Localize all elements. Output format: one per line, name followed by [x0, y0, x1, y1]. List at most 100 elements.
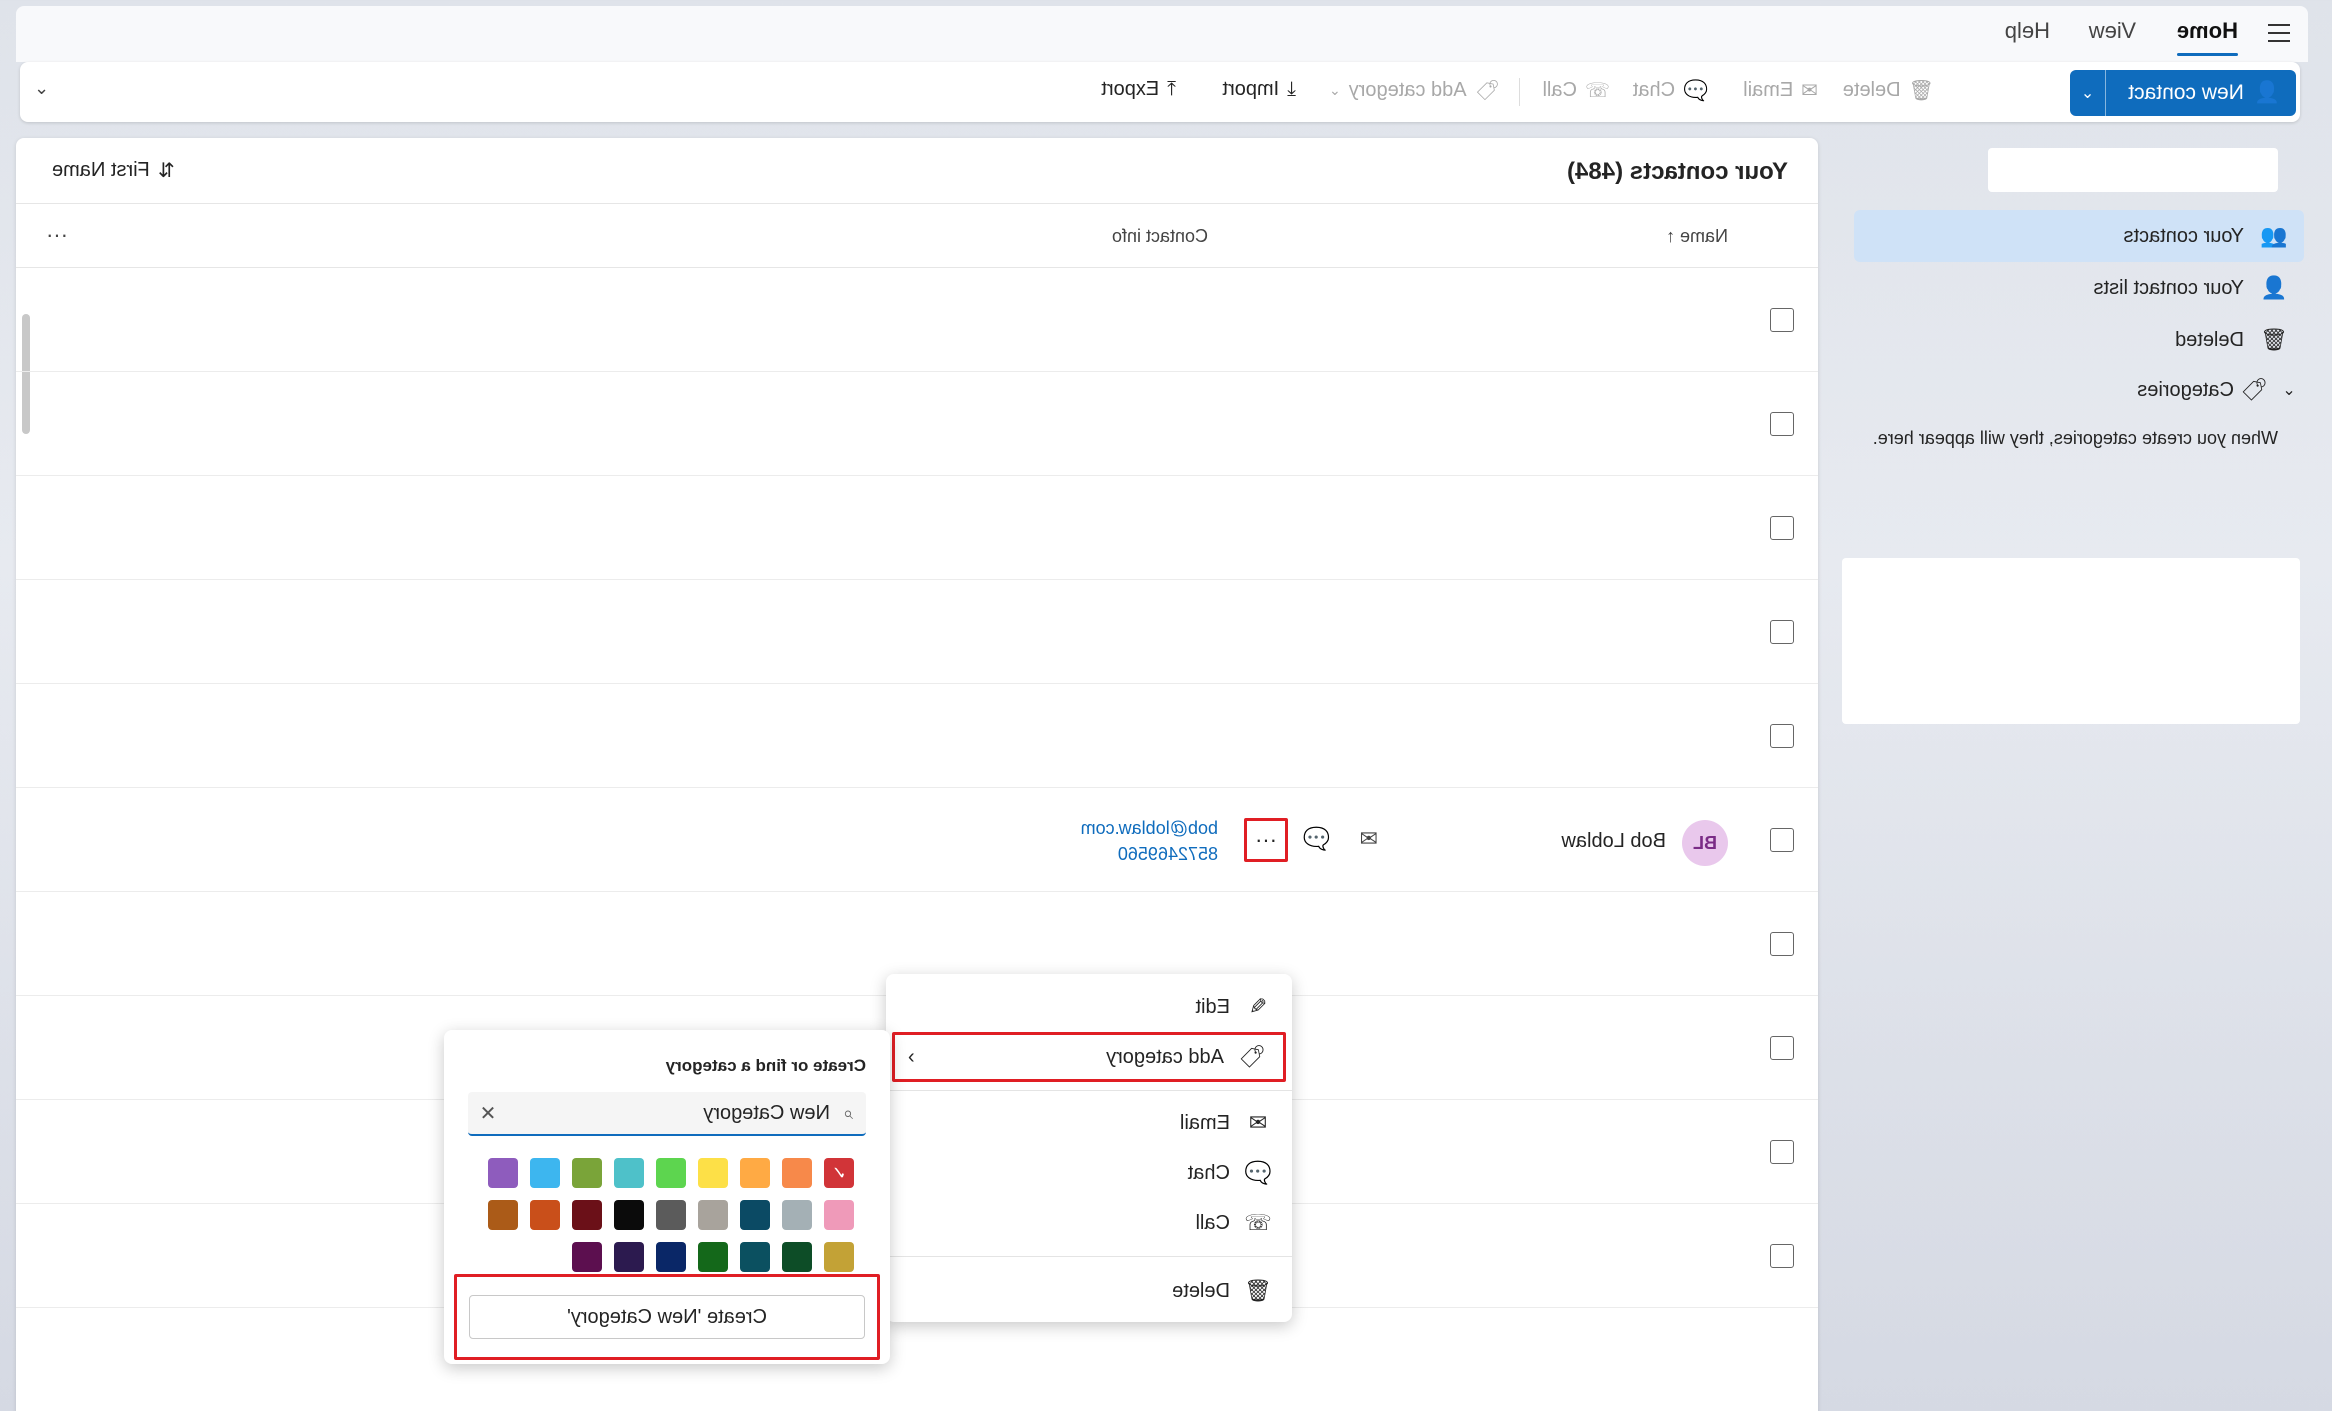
export-label: Export [1101, 78, 1160, 100]
color-swatch[interactable] [614, 1242, 644, 1272]
people-icon: 👥 [2260, 223, 2288, 248]
row-checkbox[interactable] [1770, 828, 1794, 852]
contact-email[interactable]: bob@loblaw.com [1081, 818, 1218, 839]
export-button[interactable]: ⤒ Export [1101, 78, 1176, 101]
contact-row-bob-loblaw[interactable]: BL Bob Loblaw ✉ 💬 ··· bob@loblaw.com 857… [16, 788, 1818, 892]
menu-divider [886, 1090, 1292, 1091]
menu-item-edit[interactable]: ✎ Edit [886, 982, 1292, 1032]
delete-button[interactable]: 🗑 Delete [1843, 78, 1934, 103]
new-contact-button[interactable]: 👤 New contact ⌄ [2070, 70, 2296, 116]
color-swatch[interactable] [824, 1158, 854, 1188]
category-search-input[interactable] [508, 1101, 830, 1125]
chat-icon: 💬 [1244, 1160, 1272, 1185]
clear-icon[interactable]: ✕ [468, 1101, 508, 1126]
more-options-icon[interactable]: ··· [46, 222, 68, 248]
contact-name[interactable]: Bob Loblaw [1561, 830, 1666, 853]
hamburger-menu-icon[interactable] [2262, 16, 2296, 50]
color-swatch[interactable] [530, 1158, 560, 1188]
table-row[interactable] [16, 372, 1818, 476]
new-contact-main[interactable]: 👤 New contact [2106, 81, 2296, 105]
more-options-button[interactable]: ··· [1244, 818, 1288, 862]
color-swatch[interactable] [740, 1158, 770, 1188]
nav-header-field [1988, 148, 2278, 192]
table-row[interactable] [16, 268, 1818, 372]
nav-item-contact-lists[interactable]: 👤 Your contact lists [1854, 262, 2304, 314]
menu-item-call[interactable]: ☏ Call [886, 1198, 1292, 1248]
row-checkbox[interactable] [1770, 724, 1794, 748]
nav-item-label: Your contacts [2123, 224, 2244, 247]
color-swatch[interactable] [824, 1242, 854, 1272]
color-swatch[interactable] [656, 1158, 686, 1188]
chevron-down-icon: ⌄ [2282, 382, 2296, 399]
color-swatch[interactable] [698, 1200, 728, 1230]
tab-home[interactable]: Home [2169, 14, 2246, 48]
menu-item-label: Delete [1172, 1279, 1230, 1302]
tab-view[interactable]: View [2081, 14, 2144, 48]
add-category-label: Add category [1348, 79, 1467, 101]
tag-icon: 🏷 [1474, 80, 1500, 102]
color-swatch[interactable] [698, 1242, 728, 1272]
trash-icon: 🗑 [1244, 1278, 1272, 1303]
row-checkbox[interactable] [1770, 620, 1794, 644]
chevron-down-icon[interactable]: ⌄ [2070, 70, 2106, 116]
color-swatch[interactable] [656, 1200, 686, 1230]
color-swatch[interactable] [782, 1158, 812, 1188]
color-swatch[interactable] [488, 1158, 518, 1188]
color-swatch[interactable] [782, 1200, 812, 1230]
nav-item-categories[interactable]: ⌄ 🏷 Categories [1854, 364, 2304, 416]
row-checkbox[interactable] [1770, 412, 1794, 436]
nav-item-deleted[interactable]: 🗑 Deleted [1854, 314, 2304, 366]
email-button[interactable]: ✉ Email [1743, 78, 1818, 103]
table-row[interactable] [16, 476, 1818, 580]
chat-button[interactable]: 💬 Chat [1633, 78, 1708, 103]
tab-help[interactable]: Help [1997, 14, 2058, 48]
table-row[interactable] [16, 580, 1818, 684]
email-label: Email [1743, 79, 1794, 101]
contact-context-menu: ✎ Edit 🏷 Add category › ✉ Email 💬 Chat ☏… [886, 974, 1292, 1322]
color-swatch[interactable] [530, 1200, 560, 1230]
sort-label: First Name [52, 159, 150, 181]
categories-empty-note: When you create categories, they will ap… [1872, 428, 2278, 448]
create-category-button[interactable]: Create 'New Category' [469, 1295, 865, 1339]
color-swatch[interactable] [614, 1200, 644, 1230]
column-name[interactable]: Name ↑ [1666, 226, 1728, 247]
page-title: Your contacts (484) [1567, 158, 1788, 185]
color-swatch[interactable] [656, 1242, 686, 1272]
add-category-button[interactable]: 🏷 Add category ⌄ [1329, 78, 1500, 103]
color-swatch[interactable] [572, 1158, 602, 1188]
color-swatch[interactable] [614, 1158, 644, 1188]
menu-item-delete[interactable]: 🗑 Delete [886, 1266, 1292, 1316]
blank-panel [1842, 558, 2300, 724]
mail-icon[interactable]: ✉ [1360, 826, 1378, 852]
nav-item-your-contacts[interactable]: 👥 Your contacts [1854, 210, 2304, 262]
color-swatch[interactable] [824, 1200, 854, 1230]
menu-item-email[interactable]: ✉ Email [886, 1098, 1292, 1148]
row-checkbox[interactable] [1770, 1244, 1794, 1268]
sort-button[interactable]: ⇅ First Name [52, 158, 175, 183]
color-swatch[interactable] [782, 1242, 812, 1272]
menu-item-add-category[interactable]: 🏷 Add category › [892, 1032, 1286, 1082]
menu-divider [886, 1256, 1292, 1257]
menu-item-chat[interactable]: 💬 Chat [886, 1148, 1292, 1198]
column-header-row: Name ↑ Contact info ··· [16, 204, 1818, 268]
collapse-ribbon-icon[interactable]: ⌄ [34, 78, 49, 99]
color-swatch[interactable] [740, 1200, 770, 1230]
category-flyout-title: Create or find a category [665, 1056, 866, 1075]
left-navigation: 👥 Your contacts 👤 Your contact lists 🗑 D… [1838, 138, 2308, 1411]
row-checkbox[interactable] [1770, 1036, 1794, 1060]
color-swatch[interactable] [572, 1200, 602, 1230]
row-checkbox[interactable] [1770, 1140, 1794, 1164]
category-search-box[interactable]: ⌕ ✕ [468, 1092, 866, 1136]
row-checkbox[interactable] [1770, 932, 1794, 956]
color-swatch[interactable] [488, 1200, 518, 1230]
color-swatch[interactable] [740, 1242, 770, 1272]
table-row[interactable] [16, 684, 1818, 788]
call-button[interactable]: ☏ Call [1543, 78, 1610, 103]
contact-phone[interactable]: 8572469560 [1118, 844, 1218, 865]
color-swatch[interactable] [572, 1242, 602, 1272]
color-swatch[interactable] [698, 1158, 728, 1188]
row-checkbox[interactable] [1770, 516, 1794, 540]
import-button[interactable]: ⤓ Import [1222, 78, 1296, 101]
row-checkbox[interactable] [1770, 308, 1794, 332]
chat-icon[interactable]: 💬 [1303, 826, 1330, 852]
